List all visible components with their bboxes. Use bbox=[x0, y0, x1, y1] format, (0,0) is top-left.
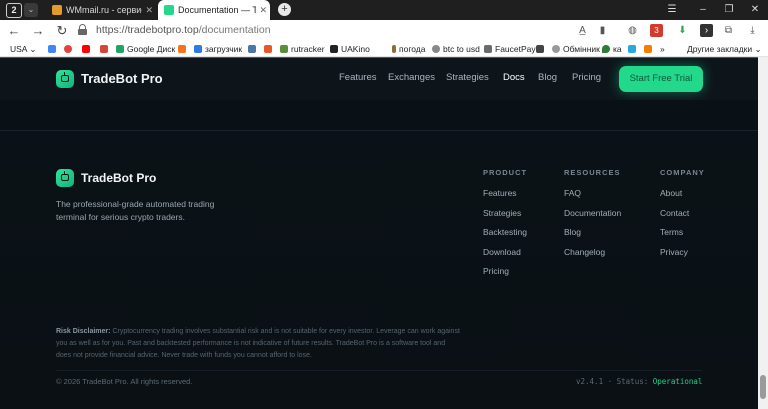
footer-link-contact[interactable]: Contact bbox=[660, 208, 689, 218]
bookmarks-panel-icon[interactable]: ☰ bbox=[659, 0, 685, 20]
close-window-icon[interactable]: ✕ bbox=[742, 0, 768, 20]
footer-link-faq[interactable]: FAQ bbox=[564, 188, 581, 198]
bookmarks-overflow-icon[interactable]: » bbox=[660, 42, 665, 56]
bookmark-loader[interactable]: загрузчик bbox=[194, 42, 242, 56]
tab-list-chevron-icon[interactable]: ⌄ bbox=[24, 3, 38, 17]
sidebar-icon[interactable]: ⧉ bbox=[722, 24, 735, 37]
nav-strategies[interactable]: Strategies bbox=[446, 72, 489, 83]
bookmark-youtube-icon[interactable] bbox=[82, 42, 93, 56]
bookmark-rutracker[interactable]: rutracker bbox=[280, 42, 325, 56]
bookmark-gmail-icon[interactable] bbox=[100, 42, 111, 56]
footer-link-documentation[interactable]: Documentation bbox=[564, 208, 621, 218]
wmmail-favicon-icon bbox=[52, 5, 62, 15]
forward-arrow-icon[interactable]: → bbox=[30, 22, 46, 40]
site-brand[interactable]: TradeBot Pro bbox=[81, 71, 163, 86]
footer-link-backtesting[interactable]: Backtesting bbox=[483, 227, 527, 237]
site-footer: TradeBot Pro The professional-grade auto… bbox=[0, 131, 758, 409]
bookmark-exchanger-icon[interactable] bbox=[536, 42, 547, 56]
footer-link-about[interactable]: About bbox=[660, 188, 682, 198]
footer-heading-product: PRODUCT bbox=[483, 168, 528, 177]
bookmark-vk-icon[interactable] bbox=[248, 42, 259, 56]
nav-pricing[interactable]: Pricing bbox=[572, 72, 601, 83]
restore-icon[interactable]: ❐ bbox=[716, 0, 742, 20]
page-scrollbar[interactable] bbox=[758, 57, 768, 409]
footer-tagline: The professional-grade automated trading… bbox=[56, 199, 215, 222]
nav-blog[interactable]: Blog bbox=[538, 72, 557, 83]
tab-documentation[interactable]: Documentation — Trad ✕ bbox=[158, 0, 270, 20]
footer-link-terms[interactable]: Terms bbox=[660, 227, 683, 237]
bookmark-google-icon[interactable] bbox=[48, 42, 59, 56]
minimize-icon[interactable]: – bbox=[690, 0, 716, 20]
footer-link-pricing[interactable]: Pricing bbox=[483, 266, 509, 276]
bookmark-weather[interactable]: погода bbox=[392, 42, 425, 56]
tab-title: WMmail.ru - сервис почто bbox=[66, 5, 142, 15]
risk-disclaimer: Risk Disclaimer: Cryptocurrency trading … bbox=[56, 326, 462, 362]
globe-icon[interactable]: ◍ bbox=[626, 24, 639, 37]
new-tab-plus-icon[interactable]: + bbox=[278, 3, 291, 16]
translate-icon[interactable]: A̲ bbox=[576, 24, 589, 37]
footer-divider bbox=[56, 370, 702, 371]
tab-title: Documentation — Trad bbox=[178, 5, 256, 15]
close-icon[interactable]: ✕ bbox=[259, 0, 267, 20]
bookmark-ok-icon[interactable] bbox=[178, 42, 189, 56]
footer-link-blog[interactable]: Blog bbox=[564, 227, 581, 237]
bookmark-exchanger[interactable]: Обмінник bbox=[552, 42, 600, 56]
scrollbar-thumb[interactable] bbox=[760, 375, 766, 399]
start-free-trial-button[interactable]: Start Free Trial bbox=[619, 66, 703, 92]
bookmark-google-drive[interactable]: Google Диск bbox=[116, 42, 175, 56]
disclaimer-label: Risk Disclaimer: bbox=[56, 328, 111, 335]
address-bar: ← → ↻ https://tradebotpro.top/documentat… bbox=[0, 20, 768, 42]
footer-heading-company: COMPANY bbox=[660, 168, 705, 177]
footer-link-strategies[interactable]: Strategies bbox=[483, 208, 521, 218]
logo-bot-icon[interactable] bbox=[56, 70, 74, 88]
page-viewport: TradeBot Pro Features Exchanges Strategi… bbox=[0, 57, 758, 409]
close-icon[interactable]: ✕ bbox=[145, 0, 153, 20]
footer-link-privacy[interactable]: Privacy bbox=[660, 247, 688, 257]
bookmark-f-icon[interactable] bbox=[264, 42, 275, 56]
footer-heading-resources: RESOURCES bbox=[564, 168, 621, 177]
lock-icon[interactable] bbox=[78, 24, 87, 35]
tab-count-badge[interactable]: 2 bbox=[6, 3, 22, 18]
nav-exchanges[interactable]: Exchanges bbox=[388, 72, 435, 83]
bookmark-opera-icon[interactable] bbox=[64, 42, 75, 56]
bookmark-usa[interactable]: USA ⌄ bbox=[10, 42, 37, 56]
footer-logo-bot-icon[interactable] bbox=[56, 169, 74, 187]
version-label: v2.4.1 bbox=[576, 377, 604, 386]
downloads-icon[interactable]: ⤓ bbox=[746, 24, 759, 37]
status-operational: Operational bbox=[652, 377, 703, 386]
tab-wmmail[interactable]: WMmail.ru - сервис почто ✕ bbox=[46, 0, 156, 20]
download-arrow-icon[interactable]: ⬇ bbox=[676, 24, 689, 37]
back-arrow-icon[interactable]: ← bbox=[6, 22, 22, 40]
extension-badge-icon[interactable]: 3 bbox=[650, 24, 663, 37]
nav-docs[interactable]: Docs bbox=[503, 72, 525, 83]
tradebot-favicon-icon bbox=[164, 5, 174, 15]
nav-features[interactable]: Features bbox=[339, 72, 377, 83]
content-band bbox=[0, 100, 758, 131]
site-navbar: TradeBot Pro Features Exchanges Strategi… bbox=[0, 58, 758, 100]
disclaimer-text: Cryptocurrency trading involves substant… bbox=[56, 328, 460, 359]
version-status: v2.4.1 · Status: Operational bbox=[576, 377, 703, 386]
bookmark-faucetpay[interactable]: FaucetPay bbox=[484, 42, 536, 56]
bookmark-btc-to-usd[interactable]: btc to usd bbox=[432, 42, 480, 56]
other-bookmarks[interactable]: Другие закладки ⌄ bbox=[687, 42, 762, 56]
copyright: © 2026 TradeBot Pro. All rights reserved… bbox=[56, 377, 193, 386]
status-label: Status: bbox=[616, 377, 649, 386]
reload-icon[interactable]: ↻ bbox=[54, 22, 70, 40]
bookmark-blogger-icon[interactable] bbox=[644, 42, 655, 56]
bookmarks-bar: USA ⌄ Google Диск загрузчик rutracker UA… bbox=[0, 42, 768, 57]
url-field[interactable]: https://tradebotpro.top/documentation bbox=[96, 24, 271, 36]
footer-brand[interactable]: TradeBot Pro bbox=[81, 171, 156, 185]
bookmark-uakino[interactable]: UAKino bbox=[330, 42, 370, 56]
bookmark-star-icon[interactable] bbox=[628, 42, 639, 56]
footer-link-changelog[interactable]: Changelog bbox=[564, 247, 605, 257]
extension-icon[interactable]: › bbox=[700, 24, 713, 37]
footer-link-features[interactable]: Features bbox=[483, 188, 517, 198]
footer-link-download[interactable]: Download bbox=[483, 247, 521, 257]
browser-tab-bar: 2 ⌄ WMmail.ru - сервис почто ✕ Documenta… bbox=[0, 0, 768, 20]
bookmark-icon[interactable]: ▮ bbox=[596, 24, 609, 37]
bookmark-ka[interactable]: ка bbox=[602, 42, 622, 56]
